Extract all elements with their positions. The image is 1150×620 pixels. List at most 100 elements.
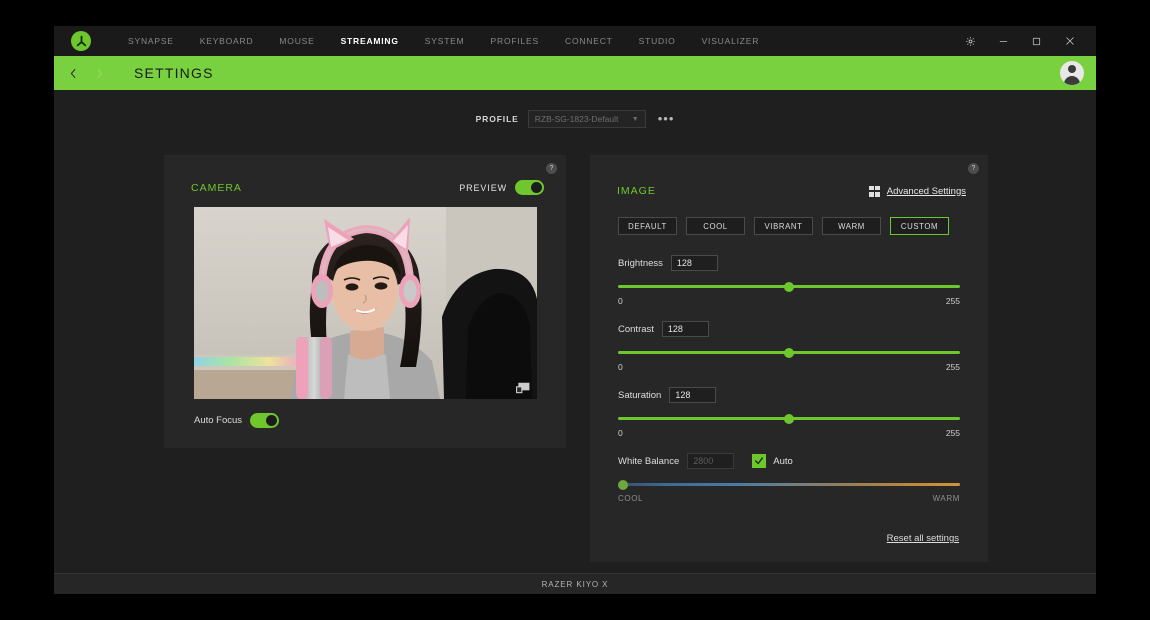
white-balance-slider-block: White Balance 2800 Auto COOL WARM xyxy=(618,453,960,503)
main-navigation: SYNAPSE KEYBOARD MOUSE STREAMING SYSTEM … xyxy=(115,36,772,46)
image-panel-title: IMAGE xyxy=(617,185,656,197)
saturation-head: Saturation 128 xyxy=(618,387,960,403)
brightness-head: Brightness 128 xyxy=(618,255,960,271)
advanced-settings-label: Advanced Settings xyxy=(886,185,966,197)
picture-in-picture-icon[interactable] xyxy=(516,381,530,394)
preset-warm[interactable]: WARM xyxy=(822,217,881,235)
preview-toggle[interactable] xyxy=(515,180,544,195)
white-balance-auto-checkbox[interactable] xyxy=(752,454,767,468)
saturation-track[interactable] xyxy=(618,413,960,424)
nav-item-synapse[interactable]: SYNAPSE xyxy=(115,36,187,46)
white-balance-scale: COOL WARM xyxy=(618,494,960,503)
brightness-knob[interactable] xyxy=(784,281,794,292)
camera-panel: ? CAMERA PREVIEW Auto Focus xyxy=(164,155,566,448)
nav-item-connect[interactable]: CONNECT xyxy=(552,36,626,46)
profile-value: RZB-SG-1823-Default xyxy=(534,114,619,124)
brightness-input[interactable]: 128 xyxy=(670,255,718,271)
nav-item-mouse[interactable]: MOUSE xyxy=(266,36,327,46)
preset-vibrant[interactable]: VIBRANT xyxy=(754,217,813,235)
contrast-min: 0 xyxy=(618,362,623,372)
chevron-left-icon[interactable] xyxy=(60,56,86,90)
contrast-knob[interactable] xyxy=(784,347,794,358)
saturation-slider-block: Saturation 128 0 255 xyxy=(618,387,960,438)
brightness-scale: 0 255 xyxy=(618,296,960,306)
preset-default[interactable]: DEFAULT xyxy=(618,217,677,235)
brightness-min: 0 xyxy=(618,296,623,306)
preview-toggle-group: PREVIEW xyxy=(459,180,544,195)
preview-scene xyxy=(194,207,537,399)
white-balance-track[interactable] xyxy=(618,479,960,490)
camera-panel-title: CAMERA xyxy=(191,181,242,194)
nav-item-visualizer[interactable]: VISUALIZER xyxy=(689,36,773,46)
white-balance-head: White Balance 2800 Auto xyxy=(618,453,960,469)
maximize-icon[interactable] xyxy=(1020,26,1053,56)
white-balance-input[interactable]: 2800 xyxy=(687,453,735,469)
saturation-knob[interactable] xyxy=(784,413,794,424)
brightness-label: Brightness xyxy=(618,257,663,269)
image-panel: ? IMAGE Advanced Settings DEFAULT COOL V… xyxy=(590,155,988,562)
white-balance-max: WARM xyxy=(932,494,960,503)
toggle-knob xyxy=(531,182,542,193)
saturation-input[interactable]: 128 xyxy=(669,387,717,403)
windows-logo-icon xyxy=(868,185,880,197)
contrast-slider-block: Contrast 128 0 255 xyxy=(618,321,960,372)
auto-focus-row: Auto Focus xyxy=(194,413,280,428)
nav-item-keyboard[interactable]: KEYBOARD xyxy=(187,36,267,46)
footer-bar: RAZER KIYO X xyxy=(54,573,1096,594)
profile-row: PROFILE RZB-SG-1823-Default ▼ ••• xyxy=(54,90,1096,128)
brightness-track[interactable] xyxy=(618,281,960,292)
saturation-min: 0 xyxy=(618,428,623,438)
gear-icon[interactable] xyxy=(954,26,987,56)
application-window: SYNAPSE KEYBOARD MOUSE STREAMING SYSTEM … xyxy=(54,26,1096,594)
contrast-max: 255 xyxy=(945,362,960,372)
saturation-scale: 0 255 xyxy=(618,428,960,438)
brightness-max: 255 xyxy=(945,296,960,306)
minimize-icon[interactable] xyxy=(987,26,1020,56)
preset-cool[interactable]: COOL xyxy=(686,217,745,235)
advanced-settings-link[interactable]: Advanced Settings xyxy=(868,185,966,197)
chevron-right-icon[interactable] xyxy=(86,56,112,90)
preview-frame-image xyxy=(194,207,537,399)
preset-buttons: DEFAULT COOL VIBRANT WARM CUSTOM xyxy=(618,217,949,235)
camera-header: CAMERA PREVIEW xyxy=(191,180,544,195)
razer-logo-icon[interactable] xyxy=(71,31,91,51)
title-bar: SYNAPSE KEYBOARD MOUSE STREAMING SYSTEM … xyxy=(54,26,1096,56)
white-balance-auto-group: Auto xyxy=(752,454,793,468)
nav-item-streaming[interactable]: STREAMING xyxy=(328,36,412,46)
window-controls xyxy=(954,26,1096,56)
preview-label: PREVIEW xyxy=(459,182,507,193)
chevron-down-icon: ▼ xyxy=(631,115,639,123)
avatar-head xyxy=(1068,65,1076,73)
contrast-track[interactable] xyxy=(618,347,960,358)
preset-custom[interactable]: CUSTOM xyxy=(890,217,949,235)
profile-dropdown[interactable]: RZB-SG-1823-Default ▼ xyxy=(527,110,646,128)
page-content: PROFILE RZB-SG-1823-Default ▼ ••• ? CAME… xyxy=(54,90,1096,573)
camera-preview-video[interactable] xyxy=(194,207,537,399)
nav-item-profiles[interactable]: PROFILES xyxy=(478,36,552,46)
auto-focus-label: Auto Focus xyxy=(194,415,243,426)
contrast-head: Contrast 128 xyxy=(618,321,960,337)
reset-all-settings-link[interactable]: Reset all settings xyxy=(887,533,959,544)
brightness-slider-block: Brightness 128 0 255 xyxy=(618,255,960,306)
toggle-knob xyxy=(266,415,278,426)
page-header: SETTINGS xyxy=(54,56,1096,90)
camera-help-icon[interactable]: ? xyxy=(546,163,557,174)
contrast-input[interactable]: 128 xyxy=(661,321,709,337)
contrast-label: Contrast xyxy=(618,323,654,335)
white-balance-knob[interactable] xyxy=(618,479,629,490)
white-balance-auto-label: Auto xyxy=(773,455,793,467)
user-avatar-icon[interactable] xyxy=(1060,61,1084,85)
profile-more-button[interactable]: ••• xyxy=(658,112,675,125)
profile-label: PROFILE xyxy=(475,114,519,124)
nav-item-system[interactable]: SYSTEM xyxy=(412,36,478,46)
avatar-body xyxy=(1064,76,1080,85)
device-name: RAZER KIYO X xyxy=(541,579,609,589)
white-balance-min: COOL xyxy=(618,494,644,503)
auto-focus-toggle[interactable] xyxy=(250,413,280,428)
nav-item-studio[interactable]: STUDIO xyxy=(626,36,689,46)
image-help-icon[interactable]: ? xyxy=(968,163,979,174)
image-header: IMAGE Advanced Settings xyxy=(617,185,966,197)
page-title: SETTINGS xyxy=(134,65,214,81)
saturation-max: 255 xyxy=(945,428,960,438)
close-icon[interactable] xyxy=(1053,26,1086,56)
